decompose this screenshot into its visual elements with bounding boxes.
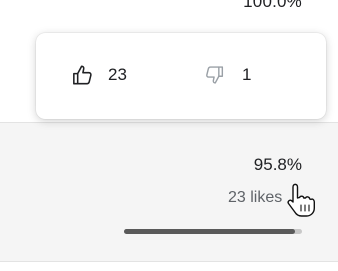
dislike-button[interactable]: 1 [204, 59, 251, 91]
likes-count-label: 23 likes [228, 189, 283, 206]
like-count: 23 [108, 65, 127, 84]
approval-progress-bar [124, 229, 302, 234]
thumbs-down-icon [204, 65, 224, 85]
like-button[interactable]: 23 [72, 59, 127, 91]
dislike-count: 1 [242, 65, 252, 84]
vote-popup: 23 1 [36, 33, 326, 119]
approval-percent-value: 95.8% [253, 155, 302, 174]
pointer-cursor-icon [284, 181, 316, 224]
thumbs-up-icon [72, 64, 94, 86]
approval-progress-fill [124, 229, 295, 234]
top-percent-value: 100.0% [243, 0, 302, 11]
rating-panel: 100.0% 95.8% 23 likes 23 1 [0, 0, 338, 271]
